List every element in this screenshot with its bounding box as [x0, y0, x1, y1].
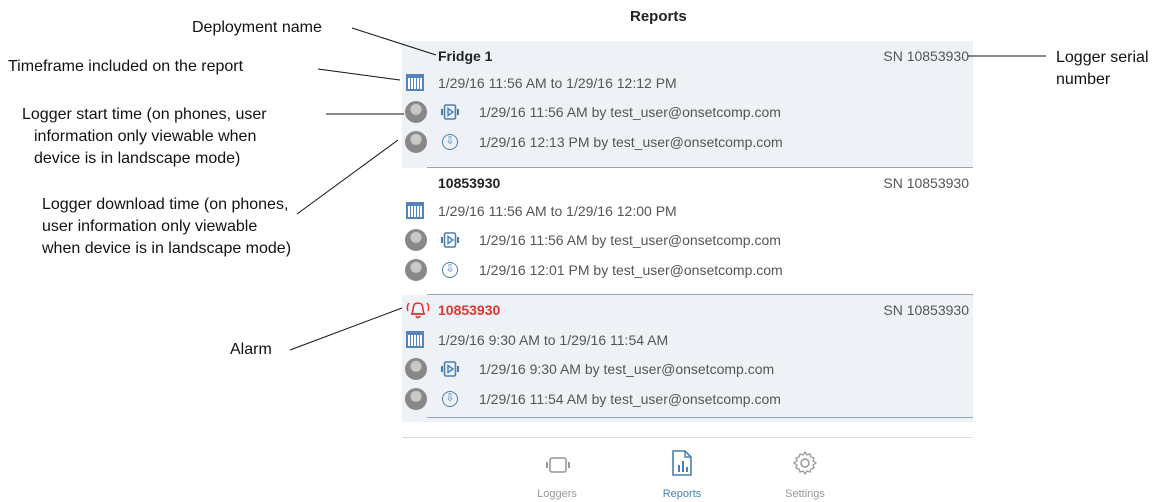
- annotation-leader-lines: [289, 27, 1046, 351]
